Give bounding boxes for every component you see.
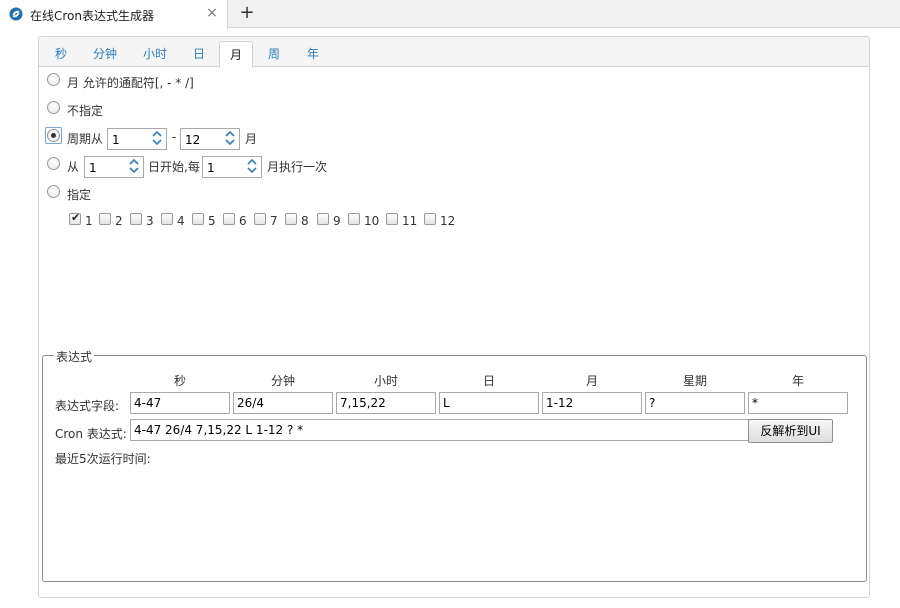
cycle-from-spinner[interactable]: 1 [107,128,167,150]
field-month[interactable]: 1-12 [542,392,642,414]
radio-specify[interactable] [47,185,60,198]
column-header: 年 [791,374,804,388]
start-from-label: 从 [67,160,80,174]
every-spinner[interactable]: 1 [202,156,262,178]
column-header: 月 [585,374,598,388]
month-checkbox[interactable] [254,213,266,225]
start-spinner[interactable]: 1 [84,156,144,178]
browser-tab-title: 在线Cron表达式生成器 [30,9,154,23]
chevron-down-icon[interactable] [246,167,258,176]
field-seconds[interactable]: 4-47 [130,392,230,414]
month-checkbox-label: 4 [177,214,185,228]
new-tab-icon[interactable]: + [238,4,256,22]
chevron-up-icon[interactable] [128,158,140,167]
cron-panel: 秒 分钟 小时 日 月 周 年 月 允许的通配符[, - * /] 不指定 周期… [38,36,870,598]
month-checkbox[interactable] [192,213,204,225]
month-checkbox[interactable] [386,213,398,225]
expression-fieldset: 表达式 秒 分钟 小时 日 月 星期 年 表达式字段: 4-47 26/4 7,… [42,348,867,582]
month-checkbox-label: 7 [270,214,278,228]
tab-seconds[interactable]: 秒 [47,41,75,67]
tab-day[interactable]: 日 [185,41,213,67]
start-mid-label: 日开始,每 [148,160,200,174]
cron-label: Cron 表达式: [55,427,127,441]
radio-start-every[interactable] [47,157,60,170]
radio-unspecified[interactable] [47,101,60,114]
field-day[interactable]: L [439,392,539,414]
browser-tabstrip: 在线Cron表达式生成器 × + [0,0,900,29]
radio-cycle[interactable] [47,129,60,142]
cycle-to-value: 12 [185,133,201,147]
month-checkbox[interactable] [317,213,329,225]
field-week[interactable]: ? [645,392,745,414]
column-header: 小时 [373,374,398,388]
tab-year[interactable]: 年 [299,41,327,67]
month-checkbox[interactable] [161,213,173,225]
start-end-label: 月执行一次 [267,160,328,174]
cron-expression-input[interactable]: 4-47 26/4 7,15,22 L 1-12 ? * [130,419,749,441]
month-checkbox-label: 12 [440,214,456,228]
chevron-down-icon[interactable] [224,139,236,148]
chevron-up-icon[interactable] [224,130,236,139]
parse-to-ui-button[interactable]: 反解析到UI [748,419,833,443]
chevron-up-icon[interactable] [151,130,163,139]
column-header: 秒 [173,374,186,388]
month-checkbox[interactable] [130,213,142,225]
specify-label: 指定 [67,188,92,202]
cycle-from-value: 1 [112,133,120,147]
chevron-down-icon[interactable] [151,139,163,148]
month-checkbox-label: 9 [333,214,341,228]
chevron-down-icon[interactable] [128,167,140,176]
column-header: 日 [482,374,495,388]
month-checkbox[interactable] [285,213,297,225]
tab-week[interactable]: 周 [260,41,288,67]
browser-favicon-icon [9,7,23,21]
cycle-unit-label: 月 [245,132,258,146]
every-value: 1 [207,161,215,175]
month-checkbox-label: 6 [239,214,247,228]
expression-legend: 表达式 [54,348,95,365]
tab-hours[interactable]: 小时 [135,41,175,67]
cron-tabs: 秒 分钟 小时 日 月 周 年 [39,37,869,68]
field-year[interactable]: * [748,392,848,414]
month-checkbox[interactable] [348,213,360,225]
month-checkbox[interactable] [99,213,111,225]
every-month-label: 月 允许的通配符[, - * /] [67,76,194,90]
unspecified-label: 不指定 [67,104,104,118]
column-header: 分钟 [270,374,295,388]
month-checkbox-label: 11 [402,214,418,228]
month-checkbox[interactable] [223,213,235,225]
field-hours[interactable]: 7,15,22 [336,392,436,414]
month-checkbox[interactable] [424,213,436,225]
month-checkbox-label: 1 [85,214,93,228]
month-checkbox-label: 2 [115,214,123,228]
tab-minutes[interactable]: 分钟 [85,41,125,67]
cycle-to-spinner[interactable]: 12 [180,128,240,150]
recent-runs-label: 最近5次运行时间: [55,452,151,466]
column-header: 星期 [682,374,707,388]
field-minutes[interactable]: 26/4 [233,392,333,414]
month-checkbox-label: 10 [364,214,380,228]
start-value: 1 [89,161,97,175]
month-checkbox-label: 8 [301,214,309,228]
cycle-from-label: 周期从 [67,132,104,146]
radio-every-month[interactable] [47,73,60,86]
month-checkbox-label: 3 [146,214,154,228]
browser-tab[interactable]: 在线Cron表达式生成器 × [0,0,228,29]
month-checkbox-label: 5 [208,214,216,228]
fields-label: 表达式字段: [55,399,120,413]
chevron-up-icon[interactable] [246,158,258,167]
cycle-dash: - [172,130,177,144]
tab-month[interactable]: 月 [219,41,253,68]
close-icon[interactable]: × [205,6,219,20]
month-checkbox[interactable] [69,211,81,225]
